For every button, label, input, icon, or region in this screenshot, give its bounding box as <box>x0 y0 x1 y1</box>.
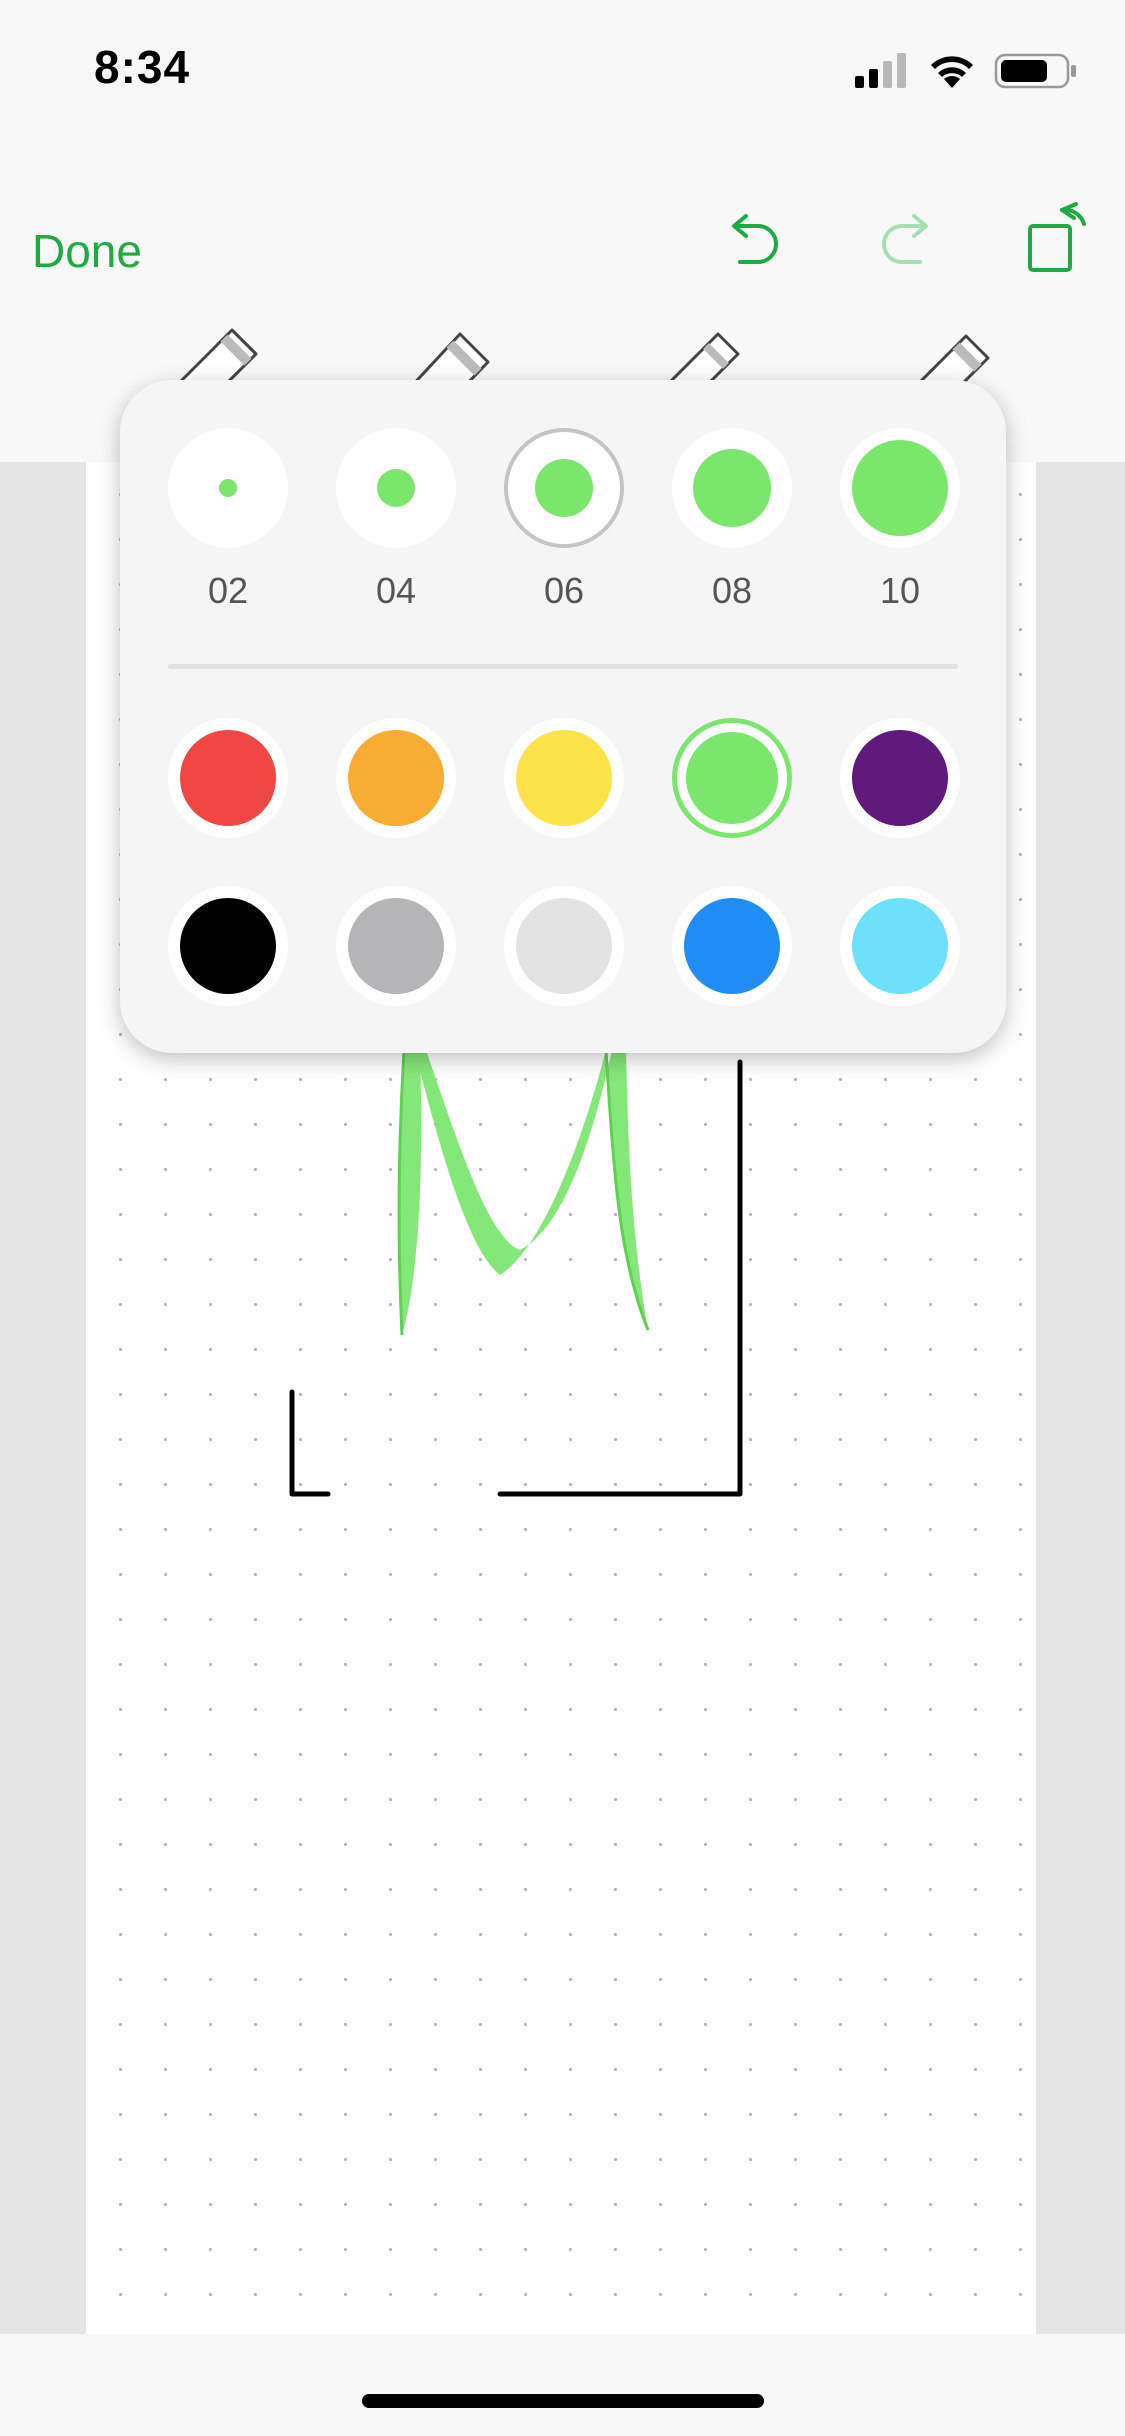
color-swatch-green-selected[interactable] <box>672 718 792 838</box>
color-swatch-gray[interactable] <box>336 886 456 1006</box>
color-swatch-red[interactable] <box>168 718 288 838</box>
color-fill <box>516 730 612 826</box>
done-button[interactable]: Done <box>32 224 142 278</box>
home-indicator[interactable] <box>362 2394 764 2408</box>
size-circle <box>336 428 456 548</box>
color-fill <box>180 898 276 994</box>
undo-button[interactable] <box>716 204 796 284</box>
cellular-signal-icon <box>855 53 906 88</box>
status-bar: 8:34 <box>0 0 1125 132</box>
size-dot <box>693 449 771 527</box>
battery-icon <box>994 53 1076 89</box>
size-dot <box>219 479 237 497</box>
size-label: 04 <box>375 570 417 611</box>
color-swatch-light-gray[interactable] <box>504 886 624 1006</box>
size-circle <box>672 428 792 548</box>
size-label: 08 <box>711 570 753 611</box>
pen-options-popover: 02 04 06 08 10 <box>120 380 1006 1053</box>
status-icons <box>855 53 1076 89</box>
popover-divider <box>168 664 958 669</box>
undo-icon <box>732 214 778 264</box>
redo-button[interactable] <box>864 204 944 284</box>
rotate-page-icon <box>1028 202 1086 272</box>
size-circle <box>840 428 960 548</box>
color-fill <box>684 898 780 994</box>
color-fill <box>180 730 276 826</box>
status-time: 8:34 <box>94 41 191 93</box>
size-label: 06 <box>543 570 585 611</box>
color-swatch-blue[interactable] <box>672 886 792 1006</box>
size-dot <box>852 440 948 536</box>
size-option-06[interactable]: 06 <box>504 428 624 618</box>
size-label: 10 <box>879 570 921 611</box>
redo-icon <box>882 214 928 264</box>
size-option-04[interactable]: 04 <box>336 428 456 618</box>
color-fill <box>852 730 948 826</box>
color-swatch-black[interactable] <box>168 886 288 1006</box>
size-option-02[interactable]: 02 <box>168 428 288 618</box>
color-fill <box>348 898 444 994</box>
rotate-page-button[interactable] <box>1018 200 1098 280</box>
color-swatch-yellow[interactable] <box>504 718 624 838</box>
size-dot <box>377 469 415 507</box>
color-fill <box>686 732 778 824</box>
color-swatch-cyan[interactable] <box>840 886 960 1006</box>
size-label: 02 <box>207 570 249 611</box>
size-circle-selected <box>504 428 624 548</box>
size-option-10[interactable]: 10 <box>840 428 960 618</box>
wifi-icon <box>931 56 973 88</box>
color-fill <box>852 898 948 994</box>
color-swatch-orange[interactable] <box>336 718 456 838</box>
size-dot <box>535 459 593 517</box>
color-fill <box>348 730 444 826</box>
color-swatch-purple[interactable] <box>840 718 960 838</box>
color-fill <box>516 898 612 994</box>
size-option-08[interactable]: 08 <box>672 428 792 618</box>
size-circle <box>168 428 288 548</box>
